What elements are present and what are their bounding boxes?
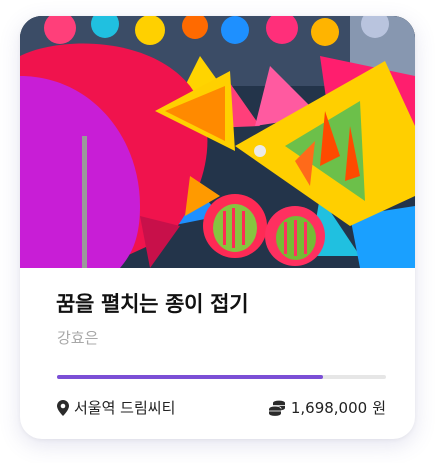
funding-progress-bar [57, 375, 386, 379]
location-label: 서울역 드림씨티 [74, 399, 176, 417]
card-body: 꿈을 펼치는 종이 접기 강효은 서울역 드림씨티 1,698,000 원 [20, 268, 415, 439]
project-card[interactable]: 꿈을 펼치는 종이 접기 강효은 서울역 드림씨티 1,698,000 원 [20, 16, 415, 439]
funding-amount-value: 1,698,000 [290, 398, 368, 417]
location: 서울역 드림씨티 [57, 397, 175, 418]
currency-label: 원 [372, 399, 386, 417]
map-pin-icon [57, 399, 69, 416]
funding-amount: 1,698,000 원 [268, 397, 386, 418]
funding-progress-fill [57, 375, 324, 379]
hero-image [20, 16, 415, 268]
project-author: 강효은 [57, 329, 99, 347]
project-title[interactable]: 꿈을 펼치는 종이 접기 [56, 288, 249, 318]
coins-icon [268, 400, 286, 416]
